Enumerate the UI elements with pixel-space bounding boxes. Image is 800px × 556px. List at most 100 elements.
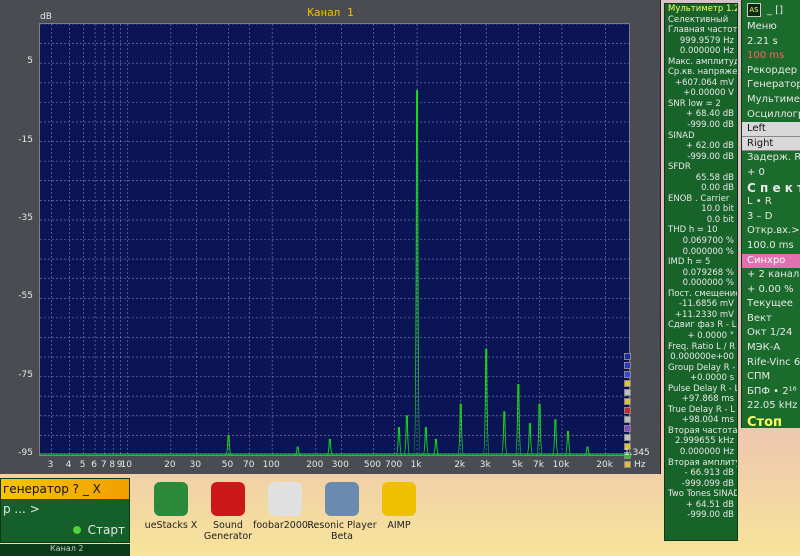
meter-label[interactable]: Селективный (665, 15, 737, 26)
x-axis-unit: Hz (634, 460, 646, 470)
side-control[interactable]: Синхро (742, 253, 800, 269)
spectrum-peak (500, 411, 508, 456)
meter-label[interactable]: ENOB . Carrier (665, 194, 737, 205)
meter-label[interactable]: Two Tones SINAD (665, 489, 737, 500)
side-control[interactable]: 100 ms (742, 49, 800, 64)
x-tick-label: 10k (552, 460, 570, 470)
side-control[interactable]: Откр.вх.>0 (742, 224, 800, 239)
side-control[interactable]: С п е к т р (742, 181, 800, 196)
meter-label[interactable]: Главная частота (665, 25, 737, 36)
meter-value: +0.0000 s (690, 373, 734, 384)
side-control[interactable]: Left (742, 122, 800, 137)
x-tick-label: 2k (454, 460, 466, 470)
indicator-box[interactable] (624, 416, 631, 423)
desktop-shortcut[interactable]: AIMP (364, 482, 434, 531)
spectrum-peak (326, 438, 334, 456)
indicator-box[interactable] (624, 353, 631, 360)
multimeter-title[interactable]: Мультиметр 1.2 (665, 4, 737, 15)
indicator-box[interactable] (624, 407, 631, 414)
app-shortcut-icon (211, 482, 245, 516)
meter-label[interactable]: Сдвиг фаз R - L (665, 320, 737, 331)
menu-button[interactable]: Меню (742, 20, 800, 35)
generator-window: генератор ? _ X р ... > Старт (0, 478, 130, 543)
meter-label[interactable]: IMD h = 5 (665, 257, 737, 268)
y-tick-label: -95 (18, 448, 33, 458)
indicator-box[interactable] (624, 371, 631, 378)
side-control[interactable]: МЭК-А (742, 341, 800, 356)
meter-value: +11.2330 mV (674, 309, 734, 320)
control-panel: AS _ [] Меню 2.21 s 100 ms Рекордер Генерат… (741, 0, 800, 428)
side-control[interactable]: + 2 канал (742, 268, 800, 283)
side-control[interactable]: Окт 1/24 (742, 326, 800, 341)
side-control[interactable]: Осциллограф (742, 108, 800, 123)
x-tick-label: 5k (511, 460, 523, 470)
x-tick-label: 10 (120, 460, 132, 470)
app-shortcut-icon (154, 482, 188, 516)
meter-label[interactable]: THD h = 10 (665, 225, 737, 236)
side-control[interactable]: 3 – D (742, 210, 800, 225)
taskbar-item[interactable]: Канал 2 (0, 544, 130, 556)
meter-value: + 0.0000 ° (687, 330, 734, 341)
meter-label[interactable]: Freq. Ratio L / R (665, 342, 737, 353)
meter-value: 10.0 bit (701, 204, 734, 215)
side-control[interactable]: 22.05 kHz (742, 399, 800, 414)
indicator-box[interactable] (624, 434, 631, 441)
x-tick-label: 300 (331, 460, 349, 470)
side-control[interactable]: Right (742, 136, 800, 152)
meter-value: 0.000000e+00 (670, 352, 734, 363)
x-tick-label: 100 (262, 460, 280, 470)
meter-label[interactable]: True Delay R - L (665, 405, 737, 416)
indicator-box[interactable] (624, 425, 631, 432)
meter-value: -999.00 dB (687, 510, 734, 521)
meter-label[interactable]: Пост. смещение (665, 289, 737, 300)
side-control[interactable]: Задерж. R-L (742, 151, 800, 166)
meter-label[interactable]: Вторая частота (665, 426, 737, 437)
meter-label[interactable]: Вторая амплитуда (665, 458, 737, 469)
meter-label[interactable]: Pulse Delay R - L (665, 384, 737, 395)
app-shortcut-icon (325, 482, 359, 516)
start-button[interactable]: Старт (88, 523, 125, 537)
side-control[interactable]: L • R (742, 195, 800, 210)
side-control[interactable]: Вект (742, 312, 800, 327)
multimeter-panel: Мультиметр 1.2 Селективный Главная частот… (664, 3, 738, 541)
stop-button[interactable]: Стоп (742, 414, 800, 428)
indicator-box[interactable] (624, 362, 631, 369)
x-tick-label: 200 (306, 460, 324, 470)
minimize-icon[interactable]: _ [] (767, 5, 783, 16)
side-control[interactable]: + 0 (742, 166, 800, 181)
generator-menu-row[interactable]: р ... > (1, 499, 129, 519)
meter-label[interactable]: SFDR (665, 162, 737, 173)
side-control[interactable]: 100.0 ms (742, 239, 800, 254)
indicator-box[interactable] (624, 461, 631, 468)
meter-label[interactable]: SINAD (665, 131, 737, 142)
side-control[interactable]: 2.21 s (742, 35, 800, 50)
side-control[interactable]: Текущее (742, 297, 800, 312)
side-control[interactable]: СПМ (742, 370, 800, 385)
side-control[interactable]: Rife-Vinc 6 (742, 356, 800, 371)
spectrum-peak (422, 427, 430, 456)
generator-title-bar[interactable]: генератор ? _ X (1, 479, 129, 499)
side-control[interactable]: + 0.00 % (742, 283, 800, 298)
y-tick-label: -35 (18, 212, 33, 223)
side-control[interactable]: БПФ • 2¹⁶ (742, 385, 800, 400)
meter-label[interactable]: Ср.кв. напряжен (665, 67, 737, 78)
meter-label[interactable]: Group Delay R - L (665, 363, 737, 374)
corner-value: 1.345 (624, 448, 650, 458)
spectrum-svg (40, 23, 629, 456)
x-tick-label: 7 (100, 460, 107, 470)
app-logo-icon: AS (747, 3, 761, 17)
side-control[interactable]: Генератор (742, 78, 800, 93)
indicator-box[interactable] (624, 389, 631, 396)
meter-label[interactable]: SNR low = 2 (665, 99, 737, 110)
side-control[interactable]: Мультиметр (742, 93, 800, 108)
meter-label[interactable]: Макс. амплитуда (665, 57, 737, 68)
indicator-box[interactable] (624, 398, 631, 405)
y-tick-label: -15 (18, 134, 33, 145)
meter-value: 999.9579 Hz (679, 35, 734, 46)
side-control[interactable]: Рекордер (742, 64, 800, 79)
app-shortcut-icon (268, 482, 302, 516)
meter-value: +607.064 mV (674, 77, 734, 88)
meter-value: + 62.00 dB (685, 141, 734, 152)
indicator-box[interactable] (624, 380, 631, 387)
spectrum-plot[interactable] (39, 23, 630, 456)
